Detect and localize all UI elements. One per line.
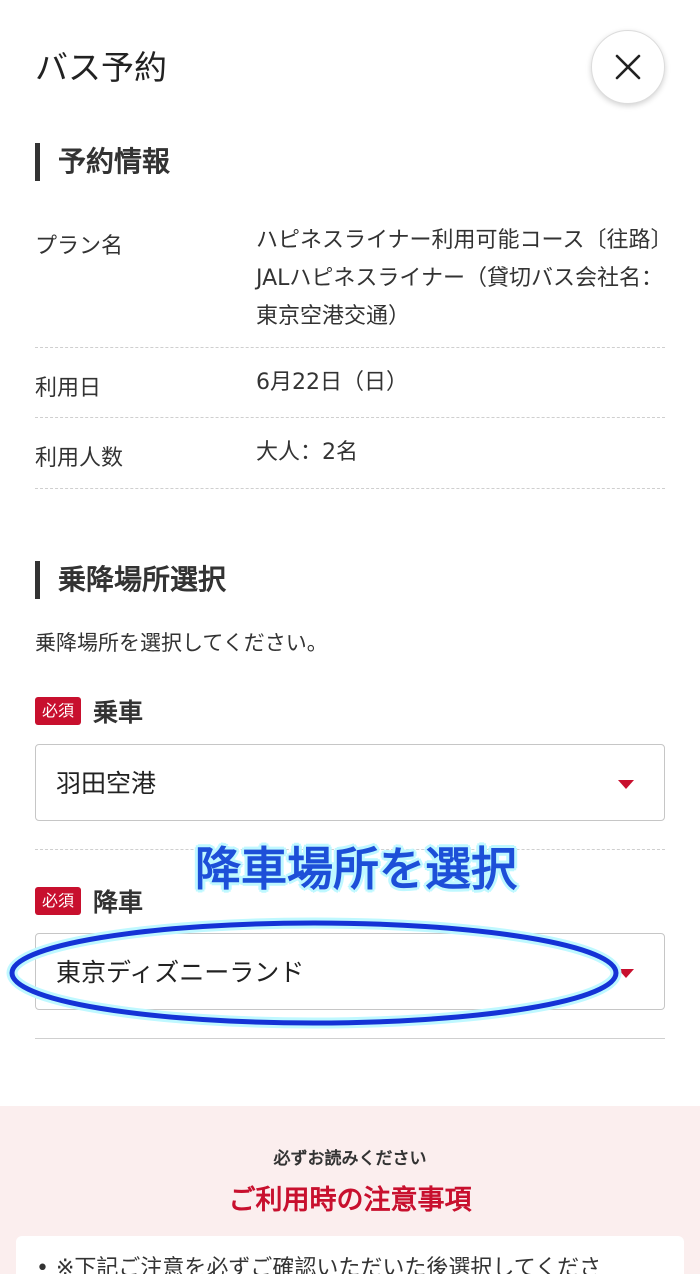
- info-row-plan: プラン名 ハピネスライナー利用可能コース〔往路〕JALハピネスライナー（貸切バス…: [35, 222, 665, 348]
- alighting-select[interactable]: 東京ディズニーランド: [35, 933, 665, 1010]
- alighting-label: 必須 降車: [35, 883, 143, 919]
- caret-down-icon: [618, 780, 634, 789]
- divider: [35, 1038, 665, 1039]
- info-label: プラン名: [35, 234, 124, 259]
- info-row-date: 利用日 6月22日（日）: [35, 348, 665, 418]
- page-header: バス予約: [0, 0, 700, 135]
- notice-card: • ※下記ご注意を必ずご確認いただいた後選択してくださ: [16, 1236, 684, 1274]
- boarding-select-value: 羽田空港: [56, 769, 157, 798]
- boarding-label: 必須 乗車: [35, 693, 143, 729]
- info-row-passengers: 利用人数 大人：2名: [35, 418, 665, 489]
- annotation-callout: 降車場所を選択: [195, 842, 517, 896]
- alighting-select-value: 東京ディズニーランド: [56, 958, 305, 987]
- required-badge: 必須: [35, 697, 82, 725]
- caret-down-icon: [618, 969, 634, 978]
- info-value: ハピネスライナー利用可能コース〔往路〕JALハピネスライナー（貸切バス会社名：東…: [256, 228, 663, 329]
- boarding-label-text: 乗車: [93, 698, 144, 727]
- info-label: 利用日: [35, 376, 102, 401]
- notice-subtitle: 必ずお読みください: [273, 1149, 427, 1169]
- page-title: バス予約: [35, 48, 167, 87]
- alighting-label-text: 降車: [93, 888, 144, 917]
- reservation-info-heading: 予約情報: [35, 143, 170, 181]
- notice-section: 必ずお読みください ご利用時の注意事項 • ※下記ご注意を必ずご確認いただいた後…: [0, 1106, 700, 1274]
- stop-instruction: 乗降場所を選択してください。: [35, 631, 328, 655]
- notice-item: • ※下記ご注意を必ずご確認いただいた後選択してくださ: [36, 1250, 601, 1274]
- info-value: 大人：2名: [256, 440, 358, 465]
- required-badge: 必須: [35, 887, 82, 915]
- boarding-select[interactable]: 羽田空港: [35, 744, 665, 821]
- info-value: 6月22日（日）: [256, 370, 408, 395]
- close-icon: [615, 54, 641, 80]
- info-label: 利用人数: [35, 446, 124, 471]
- notice-title: ご利用時の注意事項: [228, 1185, 472, 1216]
- notice-item-text: ※下記ご注意を必ずご確認いただいた後選択してくださ: [55, 1256, 602, 1274]
- close-button[interactable]: [591, 30, 665, 104]
- stop-selection-heading: 乗降場所選択: [35, 561, 226, 599]
